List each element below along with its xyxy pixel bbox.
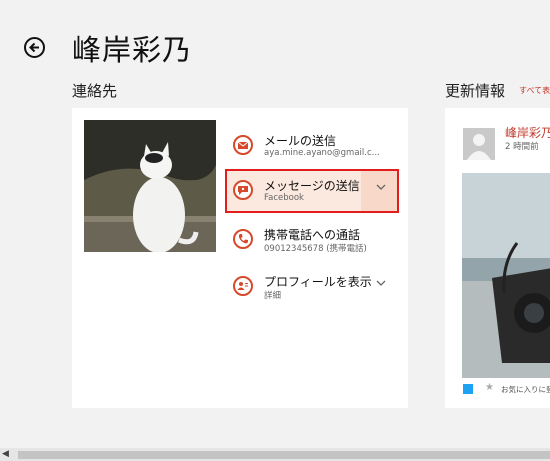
contact-card: メールの送信 aya.mine.ayano@gmail.c... メッセージの送… <box>72 108 408 408</box>
send-mail-sub: aya.mine.ayano@gmail.c... <box>264 148 380 158</box>
updates-feed: 峰岸彩乃 2 時間前 ★ お気に入りに登 <box>445 108 550 408</box>
horizontal-scrollbar[interactable]: ◀ <box>0 448 550 461</box>
call-mobile-action[interactable]: 携帯電話への通話 09012345678 (携帯電話) <box>227 220 397 260</box>
updates-heading: 更新情報 <box>445 82 506 100</box>
message-icon <box>233 180 253 200</box>
post-photo[interactable] <box>462 173 550 378</box>
chevron-down-icon[interactable] <box>375 277 387 289</box>
view-profile-action[interactable]: プロフィールを表示 詳細 <box>227 267 397 307</box>
back-button[interactable] <box>24 37 45 58</box>
star-icon[interactable]: ★ <box>485 382 494 393</box>
phone-icon <box>233 229 253 249</box>
contact-photo <box>84 120 216 252</box>
chevron-down-icon[interactable] <box>375 181 387 193</box>
post-author[interactable]: 峰岸彩乃 <box>505 124 550 141</box>
favorite-label[interactable]: お気に入りに登 <box>501 384 550 395</box>
send-mail-action[interactable]: メールの送信 aya.mine.ayano@gmail.c... <box>227 126 397 166</box>
twitter-icon <box>463 384 473 394</box>
scroll-thumb[interactable] <box>18 451 550 459</box>
send-message-sub: Facebook <box>264 193 304 203</box>
see-all-link[interactable]: すべて表 <box>519 85 550 96</box>
call-mobile-label: 携帯電話への通話 <box>264 228 361 242</box>
back-arrow-icon <box>29 42 39 53</box>
view-profile-sub: 詳細 <box>264 291 282 301</box>
post-time: 2 時間前 <box>505 142 539 152</box>
page-title: 峰岸彩乃 <box>72 33 193 67</box>
scroll-left-icon[interactable]: ◀ <box>2 448 14 461</box>
send-message-action[interactable]: メッセージの送信 Facebook <box>225 169 399 213</box>
view-profile-label: プロフィールを表示 <box>264 275 372 289</box>
contacts-heading: 連絡先 <box>72 82 118 100</box>
send-message-label: メッセージの送信 <box>264 179 360 193</box>
send-mail-label: メールの送信 <box>264 134 337 148</box>
profile-icon <box>233 276 253 296</box>
avatar[interactable] <box>463 128 495 160</box>
call-mobile-sub: 09012345678 (携帯電話) <box>264 244 367 254</box>
mail-icon <box>233 135 253 155</box>
